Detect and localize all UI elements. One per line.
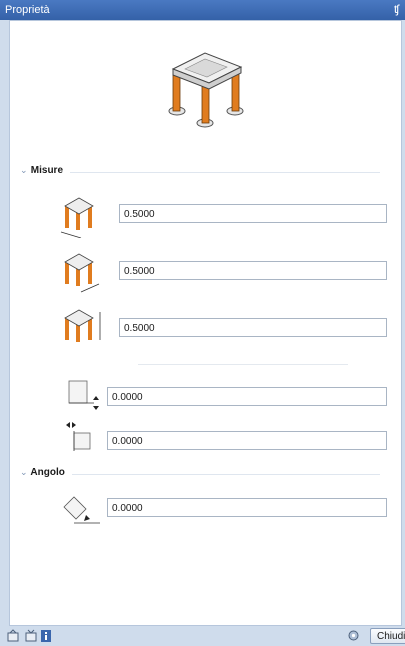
table-preview-icon	[168, 52, 244, 128]
height-input[interactable]: 0.5000	[119, 318, 387, 337]
section-angolo-label: Angolo	[30, 467, 65, 478]
window-title: Proprietà	[5, 4, 50, 16]
section-divider	[70, 172, 380, 173]
section-misure-label: Misure	[30, 165, 64, 176]
fields-separator	[138, 364, 348, 365]
collapse-chevron-icon[interactable]: ⌄	[20, 165, 28, 176]
section-misure[interactable]: ⌄ Misure	[20, 165, 380, 179]
dimension-depth-icon	[64, 253, 100, 293]
rotation-angle-icon	[63, 496, 100, 524]
section-angolo[interactable]: ⌄ Angolo	[20, 467, 380, 481]
save-favorite-icon[interactable]	[6, 629, 20, 643]
info-icon[interactable]	[40, 629, 52, 643]
offset-vertical-icon	[68, 380, 99, 410]
bottom-toolbar: Chiudi	[0, 626, 405, 646]
angle-input[interactable]: 0.0000	[107, 498, 387, 517]
dimension-height-icon	[64, 309, 101, 342]
dimension-width-icon	[60, 197, 94, 238]
offset-horizontal-input[interactable]: 0.0000	[107, 431, 387, 450]
window-titlebar: Proprietà ʧ	[0, 0, 405, 20]
properties-panel: ⌄ Misure 0.5000 0.5000 0.5000 0.0000 0.0…	[9, 20, 402, 626]
width-input[interactable]: 0.5000	[119, 204, 387, 223]
close-button[interactable]: Chiudi	[370, 628, 405, 644]
load-favorite-icon[interactable]	[24, 629, 38, 643]
depth-input[interactable]: 0.5000	[119, 261, 387, 280]
collapse-chevron-icon[interactable]: ⌄	[20, 467, 28, 478]
pin-icon[interactable]: ʧ	[394, 2, 399, 16]
settings-gear-icon[interactable]	[347, 629, 360, 642]
offset-horizontal-icon	[66, 422, 91, 451]
section-divider	[72, 474, 380, 475]
offset-vertical-input[interactable]: 0.0000	[107, 387, 387, 406]
